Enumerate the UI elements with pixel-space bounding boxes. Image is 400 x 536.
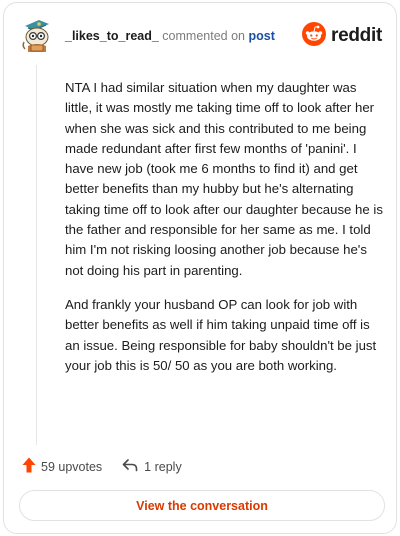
upvote-button[interactable]: 59 upvotes [22,457,102,476]
reply-arrow-icon [122,458,138,475]
reddit-brand[interactable]: reddit [302,21,382,51]
upvote-count: 59 upvotes [41,459,103,474]
comment-footer: 59 upvotes 1 reply [22,457,182,476]
comment-card: _likes_to_read_ commented on post reddit… [3,2,397,534]
reply-button[interactable]: 1 reply [122,458,182,475]
brand-wordmark: reddit [331,25,382,46]
comment-paragraph: And frankly your husband OP can look for… [65,296,377,373]
comment-meta: _likes_to_read_ commented on post [65,28,275,44]
avatar-icon[interactable] [19,18,55,54]
reddit-logo-icon [302,21,327,51]
comment-header: _likes_to_read_ commented on post reddit [19,17,382,55]
post-link[interactable]: post [248,29,274,43]
action-text: commented on [162,29,245,43]
username-link[interactable]: _likes_to_read_ [65,29,159,43]
comment-paragraph: NTA I had similar situation when my daug… [65,80,383,278]
view-conversation-button[interactable]: View the conversation [19,490,385,521]
reply-count: 1 reply [144,459,182,474]
comment-body: NTA I had similar situation when my daug… [65,78,385,390]
upvote-arrow-icon [22,457,36,476]
thread-line [36,65,37,445]
